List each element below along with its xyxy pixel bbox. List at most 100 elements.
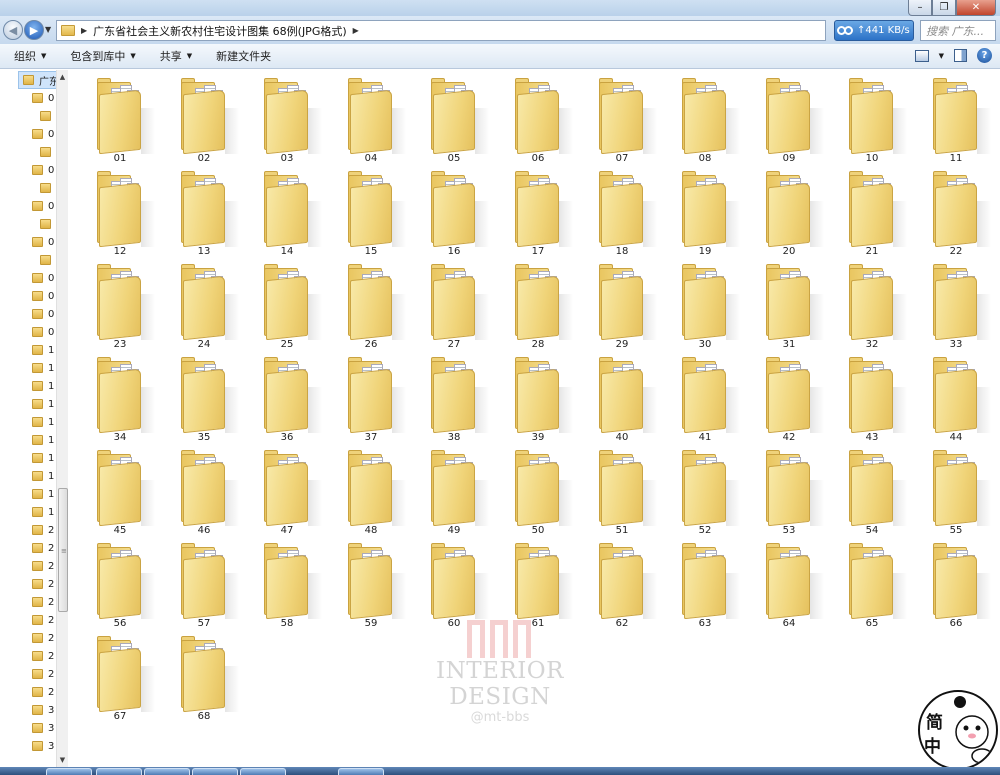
folder-item[interactable]: 54 — [830, 444, 914, 536]
tree-item[interactable]: 0 — [32, 125, 54, 143]
organize-menu[interactable]: 组织 ▼ — [14, 48, 46, 64]
tree-item[interactable] — [40, 179, 56, 197]
tree-item[interactable]: 1 — [32, 467, 54, 485]
folder-item[interactable]: 22 — [914, 165, 998, 257]
folder-item[interactable]: 44 — [914, 351, 998, 443]
folder-item[interactable]: 45 — [78, 444, 162, 536]
folder-item[interactable]: 62 — [580, 537, 664, 629]
search-input[interactable]: 搜索 广东... — [920, 20, 996, 41]
breadcrumb-chevron-icon[interactable]: ▶ — [353, 26, 359, 35]
taskbar-button[interactable] — [240, 768, 286, 775]
tree-item[interactable]: 2 — [32, 539, 54, 557]
tree-item[interactable]: 1 — [32, 485, 54, 503]
folder-item[interactable]: 03 — [245, 72, 329, 164]
folder-item[interactable]: 60 — [412, 537, 496, 629]
tree-item[interactable]: 1 — [32, 449, 54, 467]
folder-item[interactable]: 36 — [245, 351, 329, 443]
tree-item[interactable]: 1 — [32, 377, 54, 395]
folder-item[interactable]: 65 — [830, 537, 914, 629]
tree-item[interactable]: 0 — [32, 161, 54, 179]
folder-item[interactable]: 08 — [663, 72, 747, 164]
folder-item[interactable]: 05 — [412, 72, 496, 164]
back-button[interactable]: ◀ — [3, 20, 23, 40]
share-menu[interactable]: 共享 ▼ — [160, 48, 192, 64]
folder-item[interactable]: 53 — [747, 444, 831, 536]
help-icon[interactable]: ? — [977, 48, 992, 63]
tree-item[interactable]: 0 — [32, 305, 54, 323]
folder-item[interactable]: 32 — [830, 258, 914, 350]
tree-item[interactable]: 2 — [32, 593, 54, 611]
tree-item[interactable]: 1 — [32, 341, 54, 359]
folder-item[interactable]: 21 — [830, 165, 914, 257]
folder-item[interactable]: 61 — [496, 537, 580, 629]
folder-item[interactable]: 43 — [830, 351, 914, 443]
folder-item[interactable]: 67 — [78, 630, 162, 722]
folder-item[interactable]: 24 — [162, 258, 246, 350]
tree-item[interactable] — [40, 143, 56, 161]
tree-item[interactable]: 2 — [32, 665, 54, 683]
breadcrumb-current[interactable]: 广东省社会主义新农村住宅设计图集 68例(JPG格式) — [93, 23, 346, 39]
tree-item[interactable]: 0 — [32, 287, 54, 305]
folder-item[interactable]: 57 — [162, 537, 246, 629]
folder-item[interactable]: 58 — [245, 537, 329, 629]
folder-item[interactable]: 33 — [914, 258, 998, 350]
taskbar-button[interactable] — [338, 768, 384, 775]
tree-item-root[interactable]: 广东 — [18, 71, 59, 89]
folder-item[interactable]: 20 — [747, 165, 831, 257]
address-bar[interactable]: ▶ 广东省社会主义新农村住宅设计图集 68例(JPG格式) ▶ — [56, 20, 826, 41]
tree-item[interactable]: 2 — [32, 611, 54, 629]
folder-item[interactable]: 37 — [329, 351, 413, 443]
folder-item[interactable]: 51 — [580, 444, 664, 536]
taskbar-button[interactable] — [144, 768, 190, 775]
folder-item[interactable]: 56 — [78, 537, 162, 629]
tree-item[interactable]: 0 — [32, 197, 54, 215]
folder-item[interactable]: 27 — [412, 258, 496, 350]
folder-item[interactable]: 13 — [162, 165, 246, 257]
taskbar-button[interactable] — [192, 768, 238, 775]
folder-item[interactable]: 29 — [580, 258, 664, 350]
folder-item[interactable]: 04 — [329, 72, 413, 164]
tree-item[interactable]: 0 — [32, 323, 54, 341]
new-folder-button[interactable]: 新建文件夹 — [216, 48, 271, 64]
folder-item[interactable]: 30 — [663, 258, 747, 350]
folder-item[interactable]: 12 — [78, 165, 162, 257]
folder-item[interactable]: 34 — [78, 351, 162, 443]
folder-item[interactable]: 35 — [162, 351, 246, 443]
folder-item[interactable]: 48 — [329, 444, 413, 536]
folder-item[interactable]: 23 — [78, 258, 162, 350]
tree-item[interactable]: 2 — [32, 629, 54, 647]
folder-item[interactable]: 50 — [496, 444, 580, 536]
folder-item[interactable]: 10 — [830, 72, 914, 164]
network-speed-badge[interactable]: ↑ 441 KB/s — [834, 20, 914, 41]
folder-item[interactable]: 55 — [914, 444, 998, 536]
folder-item[interactable]: 42 — [747, 351, 831, 443]
tree-item[interactable]: 2 — [32, 557, 54, 575]
view-options-chevron-icon[interactable]: ▼ — [939, 52, 944, 60]
preview-pane-icon[interactable] — [954, 49, 967, 62]
folder-item[interactable]: 16 — [412, 165, 496, 257]
recent-pages-dropdown[interactable]: ▼ — [45, 25, 51, 34]
tree-item[interactable]: 3 — [32, 701, 54, 719]
include-library-menu[interactable]: 包含到库中 ▼ — [70, 48, 135, 64]
tree-item[interactable] — [40, 107, 56, 125]
folder-item[interactable]: 46 — [162, 444, 246, 536]
folder-item[interactable]: 26 — [329, 258, 413, 350]
folder-item[interactable]: 09 — [747, 72, 831, 164]
folder-item[interactable]: 15 — [329, 165, 413, 257]
folder-item[interactable]: 52 — [663, 444, 747, 536]
tree-item[interactable]: 1 — [32, 395, 54, 413]
folder-item[interactable]: 41 — [663, 351, 747, 443]
folder-item[interactable]: 39 — [496, 351, 580, 443]
tree-item[interactable]: 0 — [32, 89, 54, 107]
folder-item[interactable]: 47 — [245, 444, 329, 536]
taskbar-button[interactable] — [96, 768, 142, 775]
tree-item[interactable]: 0 — [32, 269, 54, 287]
tree-item[interactable] — [40, 215, 56, 233]
maximize-button[interactable]: ❐ — [932, 0, 956, 16]
scrollbar-thumb[interactable]: ≡ — [58, 488, 68, 612]
tree-item[interactable]: 2 — [32, 647, 54, 665]
folder-item[interactable]: 63 — [663, 537, 747, 629]
folder-item[interactable]: 18 — [580, 165, 664, 257]
tree-item[interactable]: 1 — [32, 359, 54, 377]
tree-item[interactable]: 1 — [32, 503, 54, 521]
